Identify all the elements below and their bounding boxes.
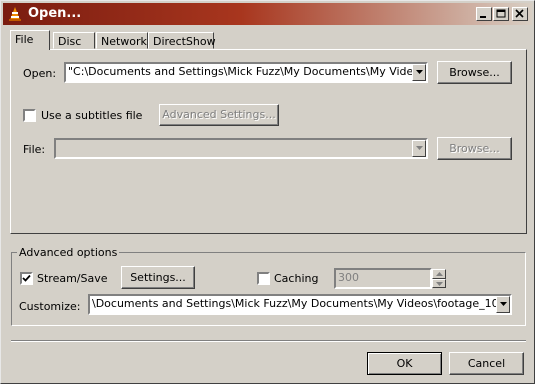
subtitles-label: Use a subtitles file	[41, 109, 143, 122]
chevron-down-icon	[416, 70, 423, 74]
close-icon	[515, 9, 524, 18]
cancel-label: Cancel	[467, 357, 506, 370]
tab-file[interactable]: File	[10, 30, 50, 50]
tab-directshow[interactable]: DirectShow	[148, 32, 216, 49]
sub-file-label: File:	[23, 143, 46, 156]
stream-save-label: Stream/Save	[37, 272, 108, 285]
sub-browse-label: Browse...	[449, 142, 500, 155]
vlc-cone-icon	[9, 7, 21, 21]
cancel-button[interactable]: Cancel	[449, 352, 524, 375]
checkmark-icon	[22, 274, 31, 282]
ok-label: OK	[396, 357, 413, 370]
advanced-settings-button[interactable]: Advanced Settings...	[159, 104, 279, 126]
open-dropdown-button[interactable]	[412, 64, 426, 81]
caching-spinner[interactable]	[432, 269, 446, 288]
sub-file-combobox[interactable]	[54, 138, 428, 159]
caching-input[interactable]: 300	[334, 268, 432, 289]
maximize-icon	[496, 9, 506, 18]
spin-up-icon	[436, 272, 443, 276]
caching-checkbox[interactable]	[257, 272, 270, 285]
chevron-down-icon	[416, 146, 423, 150]
caching-value: 300	[338, 271, 359, 284]
stream-settings-button[interactable]: Settings...	[121, 266, 195, 289]
customize-value: \Documents and Settings\Mick Fuzz\My Doc…	[92, 297, 512, 310]
spin-down-button[interactable]	[432, 279, 446, 288]
tab-file-label: File	[15, 33, 34, 46]
tab-network[interactable]: Network	[96, 32, 148, 49]
tab-disc-label: Disc	[58, 35, 82, 48]
tab-directshow-label: DirectShow	[153, 35, 216, 48]
customize-combobox[interactable]: \Documents and Settings\Mick Fuzz\My Doc…	[88, 294, 512, 315]
sub-file-dropdown-button[interactable]	[412, 140, 426, 157]
open-label: Open:	[23, 67, 57, 80]
advanced-settings-label: Advanced Settings...	[162, 108, 276, 121]
minimize-icon	[480, 16, 486, 18]
sub-browse-button[interactable]: Browse...	[437, 137, 512, 160]
minimize-button[interactable]	[476, 7, 492, 21]
window-title: Open...	[28, 6, 82, 21]
customize-label: Customize:	[19, 300, 81, 313]
subtitles-checkbox[interactable]	[23, 109, 36, 122]
stream-save-checkbox[interactable]	[20, 272, 33, 285]
maximize-button[interactable]	[493, 7, 509, 21]
spin-up-button[interactable]	[432, 269, 446, 279]
tab-network-label: Network	[101, 35, 147, 48]
spin-down-icon	[436, 282, 443, 286]
open-combobox[interactable]: "C:\Documents and Settings\Mick Fuzz\My …	[64, 62, 428, 83]
ok-button[interactable]: OK	[367, 352, 442, 375]
tab-disc[interactable]: Disc	[53, 32, 95, 49]
browse-button[interactable]: Browse...	[437, 61, 512, 84]
stream-settings-label: Settings...	[130, 271, 186, 284]
footer-separator	[11, 340, 526, 342]
close-button[interactable]	[512, 7, 528, 21]
customize-dropdown-button[interactable]	[496, 296, 510, 313]
chevron-down-icon	[500, 302, 507, 306]
browse-label: Browse...	[449, 66, 500, 79]
title-bar[interactable]: Open...	[3, 3, 532, 25]
open-value: "C:\Documents and Settings\Mick Fuzz\My …	[68, 65, 428, 78]
open-dialog: Open... File Disc Network DirectShow Ope…	[0, 0, 535, 384]
advanced-options-title: Advanced options	[17, 246, 120, 259]
caching-label: Caching	[274, 272, 319, 285]
